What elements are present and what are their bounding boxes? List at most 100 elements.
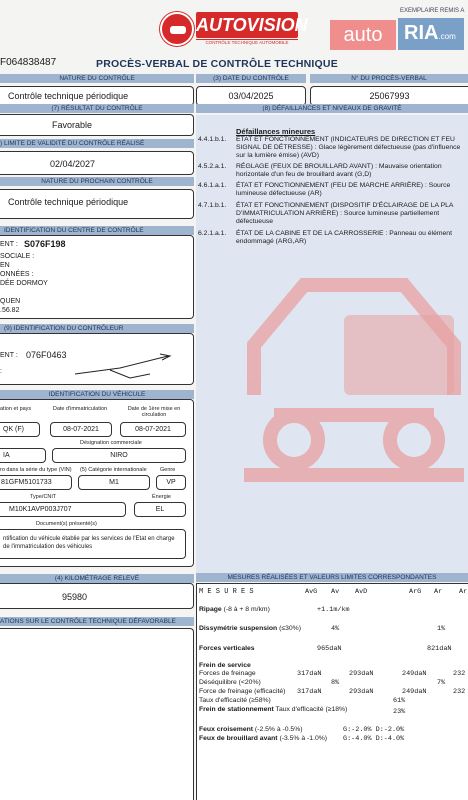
feux-croisement-row: Feux croisement (-2.5% à -0.5%) (199, 726, 303, 733)
vehicle-cnit: M10K1AVP003J707 (9, 506, 72, 513)
nature-value-box: Contrôle technique périodique (0, 86, 194, 106)
measures-col-avg: AvG (305, 588, 318, 596)
date-value: 03/04/2025 (228, 91, 274, 101)
vehicle-commercial-label: Désignation commerciale (80, 440, 142, 446)
date-header: (3) DATE DU CONTRÔLE (196, 74, 306, 83)
vehicle-energy: EL (155, 506, 165, 513)
measures-col-ar2: Ar (459, 588, 468, 596)
stationnement-label: Frein de stationnement (199, 706, 274, 713)
doc-number-text: F064838487 (0, 57, 57, 68)
vehicle-vin: 81GFM5101733 (1, 479, 52, 486)
feux-croisement-values: G:-2.0% D:-2.0% (343, 726, 405, 734)
validity-value: 02/04/2027 (50, 159, 96, 169)
result-header: (7) RÉSULTAT DU CONTRÔLE (0, 104, 194, 113)
forces-ar: 821daN (427, 645, 452, 653)
desequilibre-av: 8% (331, 679, 340, 687)
next-nature-value-box: Contrôle technique périodique (0, 189, 194, 219)
defect-code: 6.2.1.a.1. (198, 230, 227, 237)
center-address: DÉE DORMOY (0, 280, 48, 287)
next-nature-header: NATURE DU PROCHAIN CONTRÔLE (0, 177, 194, 186)
brake-forces-label: Forces de freinage (199, 670, 256, 677)
eff-force-avd: 293daN (349, 688, 374, 696)
center-social-label: SOCIALE : (0, 253, 35, 260)
dissym-row: Dissymétrie suspension (≤30%) (199, 625, 301, 632)
pv-number-header: N° DU PROCÈS-VERBAL (310, 74, 468, 83)
watermark-com-text: .com (438, 32, 456, 41)
dissym-av: 4% (331, 625, 340, 633)
unfavorable-header: ATIONS SUR LE CONTRÔLE TECHNIQUE DÉFAVOR… (0, 617, 194, 626)
vehicle-intl-label: (5) Catégorie internationale (80, 467, 147, 473)
defect-code: 4.5.2.a.1. (198, 163, 227, 170)
defect-code: 4.7.1.b.1. (198, 202, 227, 209)
document-number: F064838487 (0, 57, 56, 68)
vehicle-vin-label: ro dans la série du type (VIN) (0, 467, 72, 473)
result-value: Favorable (52, 120, 93, 130)
controller-signature (74, 353, 172, 379)
brake-title: Frein de service (199, 662, 251, 669)
logo-emblem-icon (160, 12, 194, 46)
measures-header: MESURES RÉALISÉES ET VALEURS LIMITES COR… (196, 573, 468, 582)
defect-text: ÉTAT ET FONCTIONNEMENT (INDICATEURS DE D… (236, 136, 461, 159)
eff-force-avg: 317daN (297, 688, 322, 696)
eff-force-ard: 232 (453, 688, 466, 696)
defect-text: RÉGLAGE (FEUX DE BROUILLARD AVANT) : Mau… (236, 163, 442, 178)
validity-value-box: 02/04/2027 (0, 151, 194, 175)
vehicle-first-date-box: 08-07-2021 (120, 422, 186, 437)
center-box: ENT : S076F198 SOCIALE : EN ONNÉES : DÉE… (0, 235, 194, 319)
vehicle-col3-label: Date de 1ère mise en circulation (127, 406, 181, 418)
vehicle-category-box: M1 (78, 475, 150, 490)
controller-sig-label: : (0, 368, 2, 375)
center-agreement-value: S076F198 (24, 239, 66, 249)
vehicle-genre-box: VP (156, 475, 186, 490)
watermark-car-icon (244, 278, 464, 482)
date-value-box: 03/04/2025 (196, 86, 306, 106)
vehicle-genre: VP (166, 479, 176, 486)
stationnement-value: 23% (393, 708, 406, 716)
measures-col-arg: ArG (409, 588, 422, 596)
vehicle-col1-label: ation et pays (0, 406, 32, 412)
pv-number-box: 25067993 (310, 86, 468, 106)
vehicle-category: M1 (109, 479, 119, 486)
unfavorable-box (0, 628, 194, 800)
measures-area: M E S U R E S AvG Av AvD ArG Ar Ar Ripag… (196, 583, 468, 800)
vehicle-plate: QK (F) (3, 426, 24, 433)
ripage-label: Ripage (199, 606, 222, 613)
taux-row: Taux d'efficacité (≥58%) (199, 697, 271, 704)
vehicle-vin-box: 81GFM5101733 (0, 475, 72, 490)
dissym-limit: (≤30%) (279, 625, 301, 632)
vehicle-first-date: 08-07-2021 (135, 426, 171, 433)
measures-col-header: M E S U R E S (199, 588, 254, 596)
defect-item: 4.5.2.a.1. RÉGLAGE (FEUX DE BROUILLARD A… (198, 163, 468, 179)
vehicle-energy-box: EL (134, 502, 186, 517)
taux-limit: (≥58%) (248, 697, 271, 704)
stationnement-row: Frein de stationnement Taux d'efficacité… (199, 706, 347, 713)
controller-agreement-label: ENT : (0, 352, 18, 359)
taux-label: Taux d'efficacité (199, 697, 248, 704)
defect-text: ÉTAT ET FONCTIONNEMENT (DISPOSITIF D'ÉCL… (236, 202, 454, 225)
forces-av: 965daN (317, 645, 342, 653)
vehicle-brand: IA (3, 452, 10, 459)
nature-value: Contrôle technique périodique (8, 91, 129, 101)
vehicle-model: NIRO (110, 452, 128, 459)
vehicle-cnit-label: Type/CNIT (30, 494, 57, 500)
center-header: IDENTIFICATION DU CENTRE DE CONTRÔLE (0, 226, 194, 235)
eff-force-arg: 249daN (402, 688, 427, 696)
measures-col-av: Av (331, 588, 340, 596)
controller-header: (9) IDENTIFICATION DU CONTRÔLEUR (0, 324, 194, 333)
vehicle-cnit-box: M10K1AVP003J707 (0, 502, 126, 517)
mileage-box: 95980 (0, 583, 194, 609)
vehicle-genre-label: Genre (160, 467, 176, 473)
controller-box: ENT : 076F0463 : (0, 333, 194, 385)
vehicle-box: ation et pays Date d'immatriculation Dat… (0, 399, 194, 567)
defect-item: 4.6.1.a.1. ÉTAT ET FONCTIONNEMENT (FEU D… (198, 182, 468, 198)
forces-label: Forces verticales (199, 645, 255, 652)
vehicle-header: IDENTIFICATION DU VÉHICULE (0, 390, 194, 399)
dissym-label: Dissymétrie suspension (199, 625, 278, 632)
feux-brouillard-values: G:-4.0% D:-4.0% (343, 735, 405, 743)
eff-force-label: Force de freinage (efficacité) (199, 688, 286, 695)
defects-header: (8) DÉFAILLANCES ET NIVEAUX DE GRAVITÉ (196, 104, 468, 113)
ripage-limit: (-8 à + 8 m/km) (223, 606, 270, 613)
defect-item: 4.4.1.b.1. ÉTAT ET FONCTIONNEMENT (INDIC… (198, 136, 468, 160)
defect-code: 4.4.1.b.1. (198, 136, 227, 143)
feux-croisement-label: Feux croisement (199, 726, 254, 733)
